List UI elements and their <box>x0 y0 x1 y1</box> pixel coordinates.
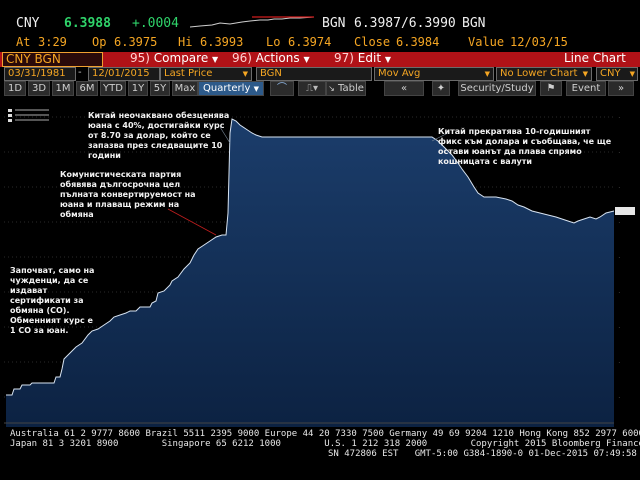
edit-button[interactable]: 97) Edit ▼ <box>334 51 391 66</box>
svg-text:·: · <box>618 395 620 400</box>
compare-button[interactable]: 95) Compare ▼ <box>130 51 218 66</box>
ticker: CNY <box>16 16 40 31</box>
edit-label: Edit <box>357 51 382 65</box>
tab-1y[interactable]: 1Y <box>128 81 148 96</box>
sparkline <box>190 16 315 28</box>
chevron-down-icon: ▼ <box>484 70 490 78</box>
svg-text:·: · <box>618 185 620 190</box>
table-label: Table <box>338 83 364 94</box>
actions-label: Actions <box>255 51 300 65</box>
annotation-devaluation: Китай неочаквано обезценява юана с 40%, … <box>88 111 230 160</box>
high-label: Hi <box>178 35 193 49</box>
compare-label: Compare <box>153 51 209 65</box>
start-date-field[interactable]: 03/31/1981 <box>4 67 76 81</box>
chevron-down-icon: ▼ <box>212 55 219 64</box>
mov-avg-label: Mov Avg <box>378 68 421 79</box>
y-axis-panel <box>614 97 640 427</box>
field-select[interactable]: Last Price ▼ <box>160 67 252 81</box>
high-value: 6.3993 <box>200 35 244 49</box>
flag-icon[interactable]: ⚑ <box>540 81 562 96</box>
chevron-down-icon: ▼ <box>242 70 248 78</box>
more-icon[interactable]: » <box>608 81 634 96</box>
chevron-down-icon: ▼ <box>253 85 259 93</box>
actions-num: 96) <box>232 51 252 65</box>
annotation-convertibility: Комунистическата партия обявява дългосро… <box>60 170 196 219</box>
svg-text:·: · <box>618 325 620 330</box>
actions-button[interactable]: 96) Actions ▼ <box>232 51 310 66</box>
security-field[interactable]: CNY BGN Curncy <box>2 52 103 79</box>
tab-ytd[interactable]: YTD <box>100 81 126 96</box>
chevron-down-icon: ▼ <box>303 55 310 64</box>
line-chart-icon[interactable]: ⌒ <box>270 81 294 96</box>
lower-chart-select[interactable]: No Lower Chart ▼ <box>496 67 592 81</box>
draw-tools-icon[interactable]: ⎍▾ <box>298 81 326 96</box>
currency-select-label: CNY <box>600 68 621 79</box>
svg-text:·: · <box>618 290 620 295</box>
last-price-marker <box>615 207 635 215</box>
low-value: 6.3974 <box>288 35 332 49</box>
event-button[interactable]: Event <box>566 81 606 96</box>
chevron-down-icon: ▼ <box>629 70 635 78</box>
date-separator: - <box>78 67 82 78</box>
annotation-fec: Започват, само на чужденци, да се издава… <box>10 266 95 335</box>
at-time: 3:29 <box>38 35 67 49</box>
svg-text:·: · <box>618 115 620 120</box>
currency-select[interactable]: CNY ▼ <box>596 67 638 81</box>
table-button[interactable]: ↘ Table <box>326 81 366 96</box>
tab-6m[interactable]: 6M <box>76 81 98 96</box>
at-label: At <box>16 35 31 49</box>
edit-num: 97) <box>334 51 354 65</box>
change: +.0004 <box>132 16 179 31</box>
security-study-button[interactable]: Security/Study <box>458 81 536 96</box>
table-arrow-icon: ↘ <box>328 84 335 93</box>
lower-chart-label: No Lower Chart <box>500 68 578 79</box>
quote-currency: BGN <box>322 16 346 31</box>
open-value: 6.3975 <box>114 35 158 49</box>
last-price: 6.3988 <box>64 16 111 31</box>
tab-quarterly[interactable]: Quarterly ▼ <box>198 81 264 96</box>
tab-5y[interactable]: 5Y <box>150 81 170 96</box>
svg-text:·: · <box>618 360 620 365</box>
value-date: 12/03/15 <box>510 35 568 49</box>
end-date-field[interactable]: 12/01/2015 <box>88 67 160 81</box>
quote-currency-2: BGN <box>462 16 486 31</box>
chart-title: Line Chart <box>564 51 626 65</box>
close-label: Close <box>354 35 391 49</box>
cursor-icon[interactable]: ✦ <box>432 81 450 96</box>
footer-line-3: SN 472806 EST GMT-5:00 G384-1890-0 01-De… <box>328 449 637 459</box>
compare-num: 95) <box>130 51 150 65</box>
value-label: Value <box>468 35 505 49</box>
tab-3d[interactable]: 3D <box>28 81 50 96</box>
annotation-peg-end: Китай прекратява 10-годишният фикс към д… <box>438 127 612 166</box>
field-select-label: Last Price <box>164 68 213 79</box>
chevron-down-icon: ▼ <box>582 70 588 78</box>
tab-1d[interactable]: 1D <box>4 81 26 96</box>
tab-quarterly-label: Quarterly <box>203 83 251 94</box>
svg-text:·: · <box>618 150 620 155</box>
svg-text:·: · <box>618 220 620 225</box>
bid-ask: 6.3987/6.3990 <box>354 16 456 31</box>
open-label: Op <box>92 35 107 49</box>
scroll-left-icon[interactable]: « <box>384 81 424 96</box>
low-label: Lo <box>266 35 281 49</box>
chevron-down-icon: ▼ <box>384 55 392 64</box>
tab-max[interactable]: Max <box>172 81 198 96</box>
currency-field[interactable]: BGN <box>256 67 372 81</box>
close-value: 6.3984 <box>396 35 440 49</box>
mov-avg-select[interactable]: Mov Avg ▼ <box>374 67 494 81</box>
svg-text:·: · <box>618 255 620 260</box>
tab-1m[interactable]: 1M <box>52 81 74 96</box>
